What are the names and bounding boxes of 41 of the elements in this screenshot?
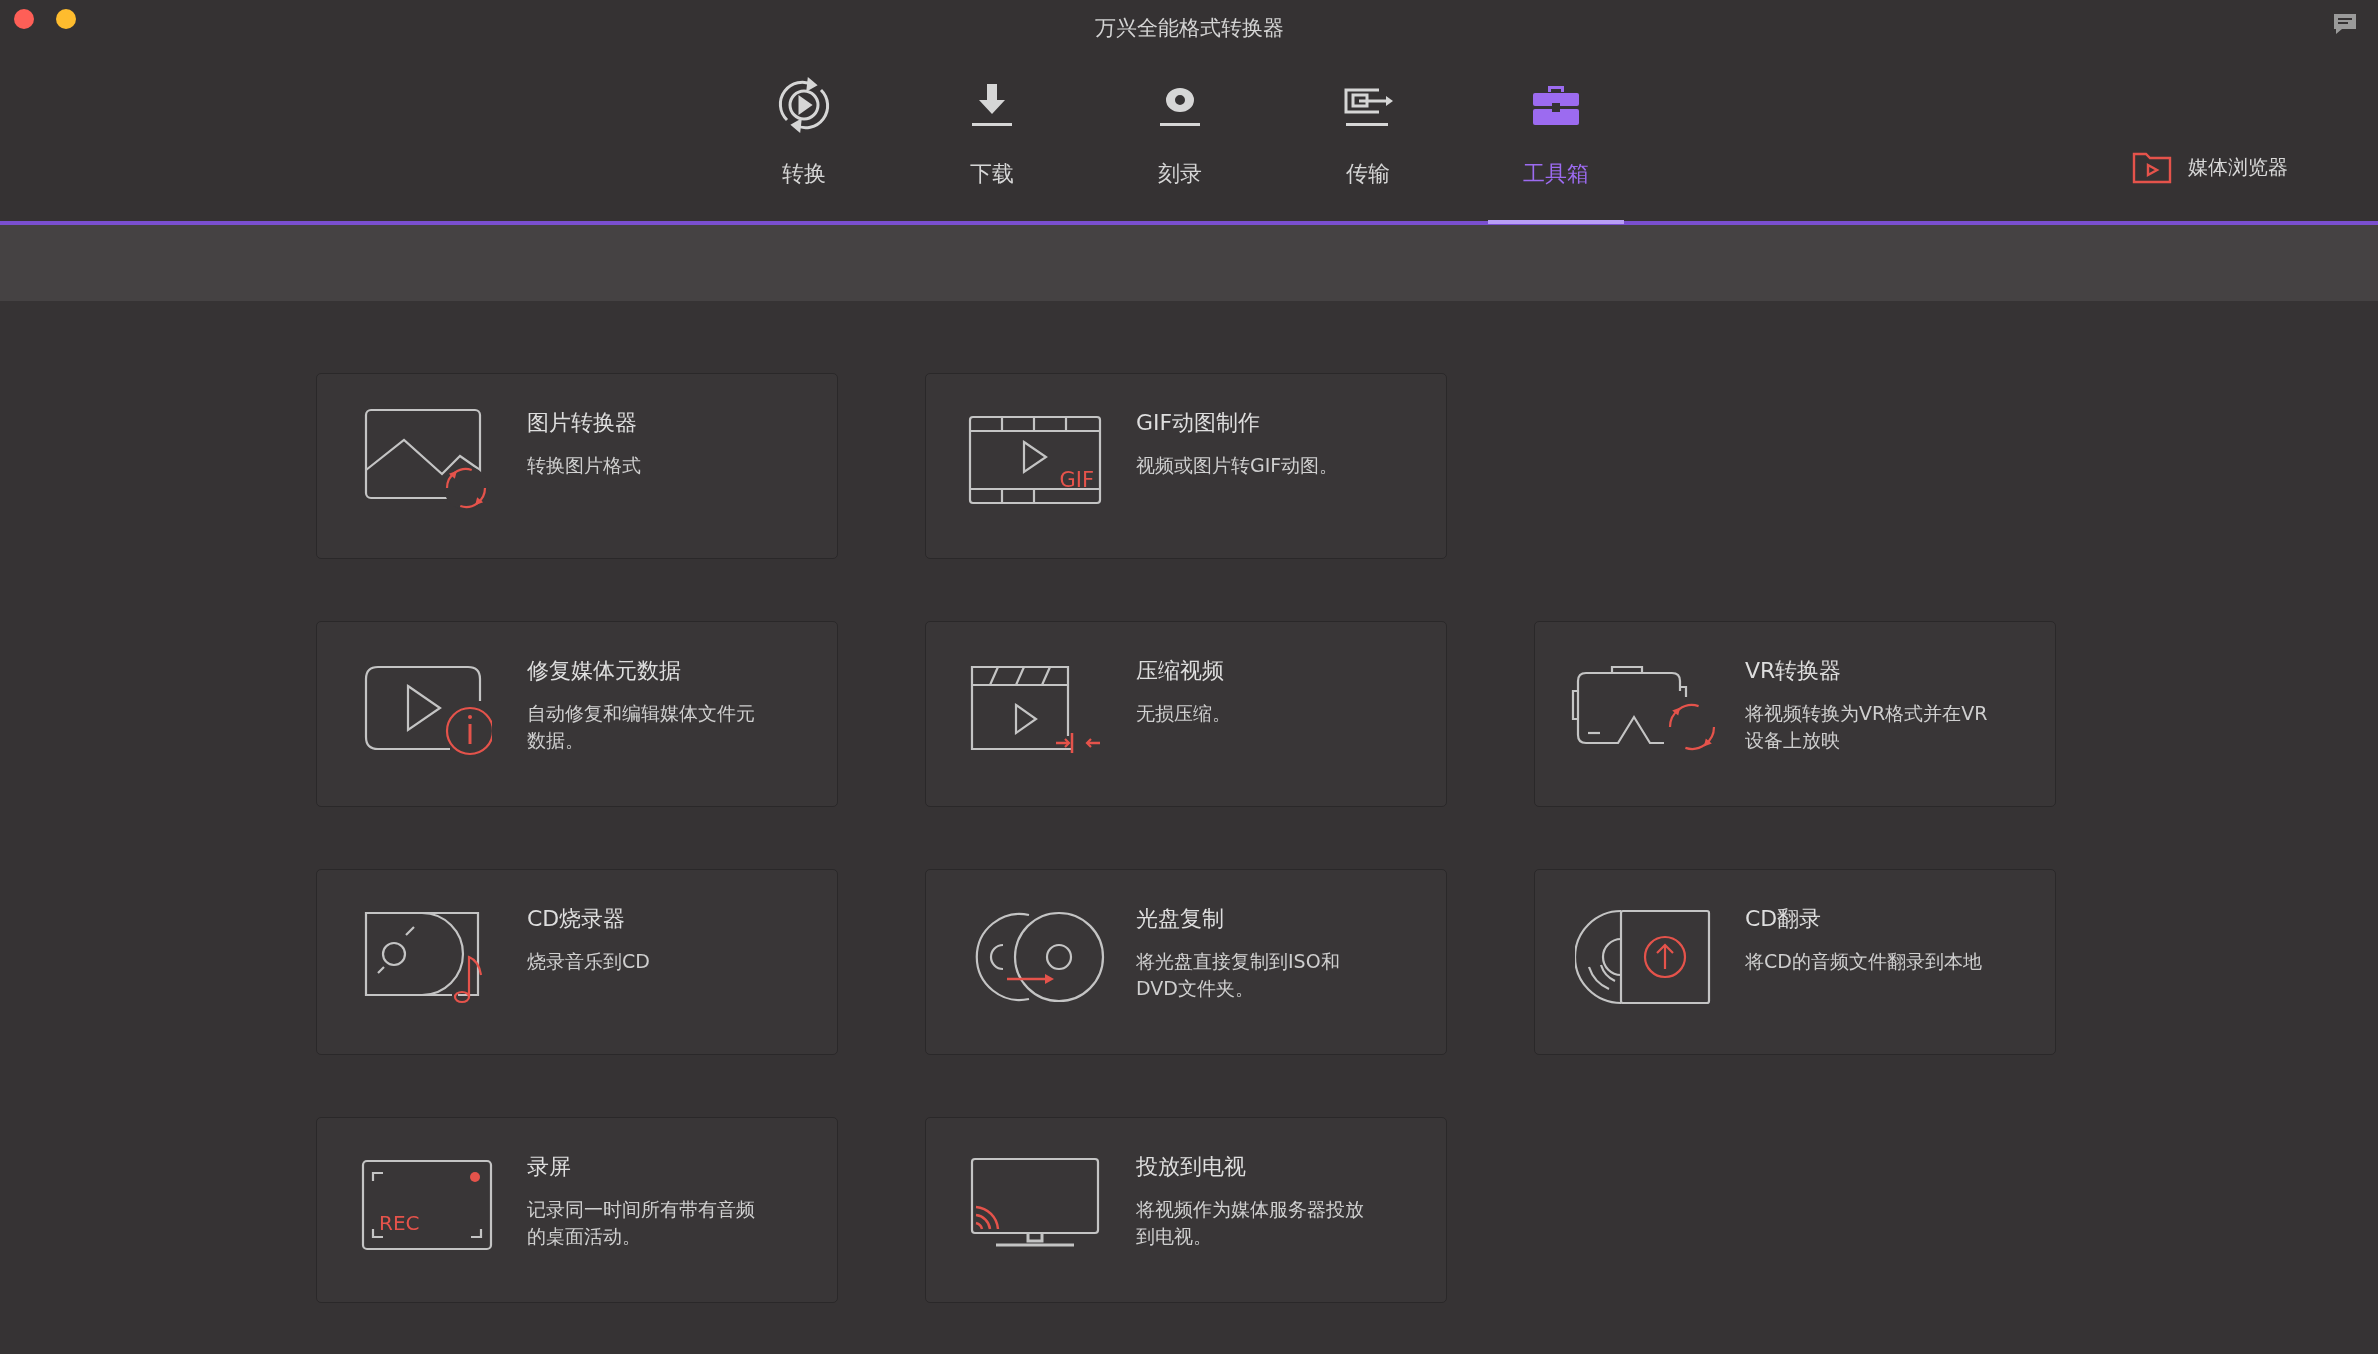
tab[interactable]: 转换: [734, 73, 874, 221]
tool-card[interactable]: 图片转换器 转换图片格式: [316, 373, 838, 559]
tool-description: 无损压缩。: [1136, 701, 1231, 726]
tool-card[interactable]: REC 录屏 记录同一时间所有带有音频的桌面活动。: [316, 1117, 838, 1303]
tool-description: 视频或图片转GIF动图。: [1136, 453, 1339, 478]
tool-description: 将光盘直接复制到ISO和DVD文件夹。: [1136, 949, 1341, 1001]
tool-card[interactable]: 压缩视频 无损压缩。: [925, 621, 1447, 807]
close-button[interactable]: [14, 9, 34, 29]
minimize-button[interactable]: [56, 9, 76, 29]
chat-icon[interactable]: [2332, 12, 2358, 36]
tool-description: 自动修复和编辑媒体文件元数据。: [527, 701, 756, 753]
tool-card[interactable]: GIF GIF动图制作 视频或图片转GIF动图。: [925, 373, 1447, 559]
tool-title: VR转换器: [1745, 657, 1843, 685]
screen-record-icon: REC: [359, 1157, 495, 1253]
tool-description: 将CD的音频文件翻录到本地: [1745, 949, 1982, 974]
tool-title: 修复媒体元数据: [527, 657, 682, 685]
tool-title: 录屏: [527, 1153, 572, 1181]
tool-card[interactable]: CD烧录器 烧录音乐到CD: [316, 869, 838, 1055]
tab[interactable]: 下载: [922, 73, 1062, 221]
tab[interactable]: 传输: [1298, 73, 1438, 221]
tool-description: 将视频转换为VR格式并在VR设备上放映: [1745, 701, 1989, 753]
tool-title: CD烧录器: [527, 905, 627, 933]
tool-card[interactable]: VR转换器 将视频转换为VR格式并在VR设备上放映: [1534, 621, 2056, 807]
tool-description: 转换图片格式: [527, 453, 641, 478]
tab[interactable]: 刻录: [1110, 73, 1250, 221]
tool-title: 投放到电视: [1136, 1153, 1247, 1181]
tool-card[interactable]: 修复媒体元数据 自动修复和编辑媒体文件元数据。: [316, 621, 838, 807]
tool-title: GIF动图制作: [1136, 409, 1262, 437]
tool-card[interactable]: CD翻录 将CD的音频文件翻录到本地: [1534, 869, 2056, 1055]
tool-description: 将视频作为媒体服务器投放到电视。: [1136, 1197, 1365, 1249]
tool-description: 记录同一时间所有带有音频的桌面活动。: [527, 1197, 756, 1249]
tool-card[interactable]: 光盘复制 将光盘直接复制到ISO和DVD文件夹。: [925, 869, 1447, 1055]
tool-card[interactable]: 投放到电视 将视频作为媒体服务器投放到电视。: [925, 1117, 1447, 1303]
tool-title: 压缩视频: [1136, 657, 1225, 685]
folder-play-icon: [2132, 150, 2172, 184]
tool-title: CD翻录: [1745, 905, 1823, 933]
window-title: 万兴全能格式转换器: [1094, 14, 1284, 42]
tool-title: 光盘复制: [1136, 905, 1225, 933]
tool-description: 烧录音乐到CD: [527, 949, 650, 974]
media-browser-button[interactable]: 媒体浏览器: [2132, 150, 2288, 184]
tool-title: 图片转换器: [527, 409, 638, 437]
